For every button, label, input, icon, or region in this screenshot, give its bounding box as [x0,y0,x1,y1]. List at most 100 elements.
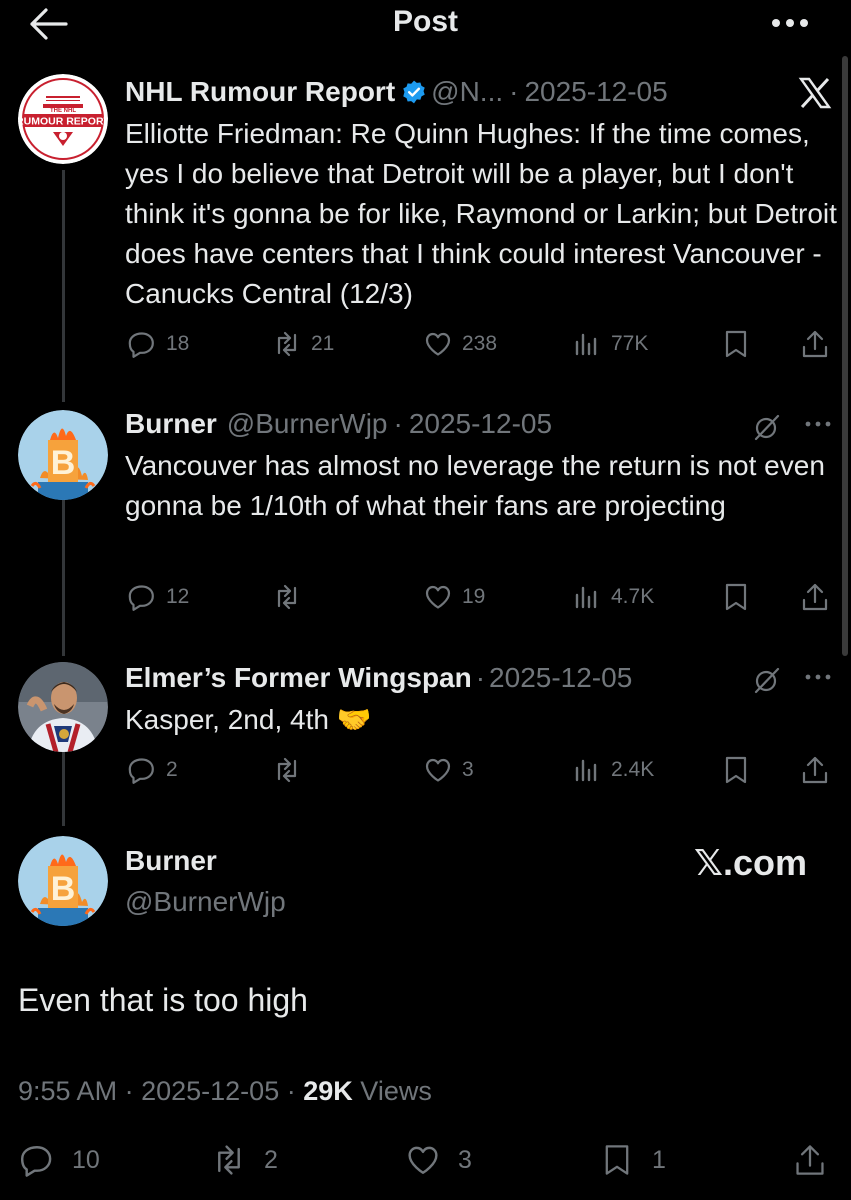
thread-line [62,170,65,402]
reply-count: 10 [72,1145,100,1174]
more-options-icon[interactable] [804,419,832,429]
post-page: Post THE NHL RUMOUR REPORT NHL Rumour Re… [0,0,851,1200]
scrollbar[interactable] [842,56,848,656]
more-options-icon[interactable] [804,672,832,682]
heart-icon [425,332,451,356]
views-button[interactable]: 2.4K [573,754,654,786]
reply-count: 18 [166,332,190,355]
avatar[interactable] [18,662,108,752]
like-button[interactable]: 3 [406,1142,472,1178]
like-count: 19 [462,585,486,608]
post-date[interactable]: 2025-12-05 [524,76,667,107]
like-button[interactable]: 19 [424,581,485,613]
separator-dot: · [286,1076,296,1106]
tweet-text-content: Kasper, 2nd, 4th [125,704,329,735]
avatar-letter: B [51,444,76,482]
views-count: 4.7K [611,585,655,608]
like-button[interactable]: 3 [424,754,474,786]
like-count: 3 [458,1145,472,1174]
grok-icon[interactable] [753,666,781,694]
reply-icon [128,585,154,611]
views-button[interactable]: 77K [573,328,648,360]
x-logo-icon [798,77,832,109]
separator-dot: · [124,1076,134,1106]
tweet-header: Burner @BurnerWjp · 2025-12-05 [125,405,552,443]
views-count: 29K [303,1076,353,1106]
tweet-text: Even that is too high [18,982,308,1018]
post-date[interactable]: 2025-12-05 [141,1076,279,1106]
more-options-icon[interactable] [768,8,812,38]
post-time[interactable]: 9:55 AM [18,1076,117,1106]
tweet-text: Elliotte Friedman: Re Quinn Hughes: If t… [125,118,837,309]
handle[interactable]: @N... [431,76,503,107]
player-photo [18,662,108,752]
post-meta: 9:55 AM · 2025-12-05 · 29K Views [18,1076,432,1107]
reply-button[interactable]: 12 [128,581,189,613]
post-date[interactable]: 2025-12-05 [489,662,632,693]
rumour-report-logo: THE NHL RUMOUR REPORT [18,74,108,164]
repost-button[interactable] [273,754,301,786]
repost-icon [277,331,297,357]
bookmark-icon[interactable] [721,582,751,612]
views-chart-icon [575,586,597,609]
repost-icon [277,584,297,610]
burner-avatar-image: B [18,836,108,926]
repost-button[interactable] [273,581,301,613]
bookmark-icon [605,1145,629,1175]
handle[interactable]: @BurnerWjp [125,886,286,918]
reply-button[interactable]: 2 [128,754,178,786]
separator-dot: · [393,408,403,439]
avatar[interactable]: THE NHL RUMOUR REPORT [18,74,108,164]
like-button[interactable]: 238 [424,328,497,360]
tweet-header: NHL Rumour Report @N... · 2025-12-05 [125,73,668,111]
post-date[interactable]: 2025-12-05 [409,408,552,439]
heart-icon [408,1146,438,1174]
handle[interactable]: @BurnerWjp [227,408,388,439]
x-com-brand: 𝕏.com [694,842,808,883]
avatar[interactable]: B [18,410,108,500]
display-name[interactable]: NHL Rumour Report [125,76,395,107]
display-name[interactable]: Elmer’s Former Wingspan [125,662,472,693]
reply-icon [20,1146,52,1177]
avatar[interactable]: B [18,836,108,926]
bookmark-icon[interactable] [721,755,751,785]
page-title: Post [392,5,458,38]
separator-dot: · [509,76,519,107]
share-button[interactable] [793,1142,827,1178]
reply-icon [128,332,154,358]
logo-text-top: THE NHL [50,108,76,114]
display-name[interactable]: Burner [125,845,217,877]
avatar-letter: B [51,870,76,908]
share-icon[interactable] [800,582,830,612]
grok-icon[interactable] [753,413,781,441]
reply-button[interactable]: 18 [128,328,189,360]
share-icon[interactable] [800,329,830,359]
logo-text-main: RUMOUR REPORT [18,116,108,128]
heart-icon [425,758,451,782]
display-name[interactable]: Burner [125,408,217,439]
tweet-text: Vancouver has almost no leverage the ret… [125,450,825,521]
repost-button[interactable]: 2 [212,1142,278,1178]
thread-line [62,486,65,656]
like-count: 3 [462,758,474,781]
views-label: Views [360,1076,432,1106]
share-icon [796,1145,824,1175]
reply-button[interactable]: 10 [20,1142,100,1178]
handshake-emoji: 🤝 [336,704,372,735]
top-bar: Post [0,0,851,50]
reply-icon [128,758,154,784]
reply-count: 2 [166,758,178,781]
tweet-header: Elmer’s Former Wingspan · 2025-12-05 [125,659,632,697]
thread-line [62,748,65,826]
repost-icon [277,757,297,783]
like-count: 238 [462,332,498,355]
views-chart-icon [575,759,597,782]
share-icon[interactable] [800,755,830,785]
bookmark-button[interactable]: 1 [600,1142,666,1178]
bookmark-icon[interactable] [721,329,751,359]
views-count: 77K [611,332,649,355]
views-button[interactable]: 4.7K [573,581,654,613]
tweet-text: Kasper, 2nd, 4th 🤝 [125,700,837,740]
repost-button[interactable]: 21 [273,328,334,360]
repost-count: 2 [264,1145,278,1174]
